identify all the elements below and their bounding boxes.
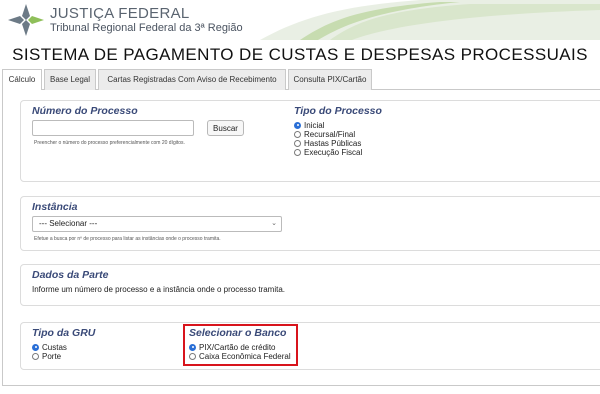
tab-bar: Cálculo Base Legal Cartas Registradas Co… — [2, 69, 600, 103]
org-subtitle: Tribunal Regional Federal da 3ª Região — [50, 22, 243, 34]
tipo-gru-option-porte[interactable]: Porte — [32, 351, 61, 361]
gru-banco-fieldset — [20, 322, 600, 370]
processo-legend: Número do Processo — [32, 105, 138, 117]
processo-hint: Preencher o número do processo preferenc… — [34, 140, 185, 146]
justica-federal-logo — [8, 4, 44, 36]
instancia-selected-value: --- Selecionar --- — [39, 219, 98, 228]
buscar-button[interactable]: Buscar — [207, 120, 244, 136]
option-label: Porte — [42, 351, 62, 361]
instancia-select[interactable]: --- Selecionar --- ⌄ — [32, 216, 282, 232]
radio-icon[interactable] — [32, 343, 39, 351]
dados-parte-message: Informe um número de processo e a instân… — [32, 285, 286, 294]
header-banner: JUSTIÇA FEDERAL Tribunal Regional Federa… — [0, 0, 600, 40]
option-label: Execução Fiscal — [304, 147, 363, 157]
banco-option-caixa[interactable]: Caixa Econômica Federal — [189, 351, 291, 361]
processo-number-input[interactable] — [32, 120, 194, 136]
page-title: SISTEMA DE PAGAMENTO DE CUSTAS E DESPESA… — [12, 45, 588, 64]
instancia-legend: Instância — [32, 201, 78, 213]
radio-icon[interactable] — [294, 121, 301, 129]
radio-icon[interactable] — [294, 148, 301, 156]
banco-legend: Selecionar o Banco — [189, 327, 287, 339]
radio-icon[interactable] — [189, 352, 196, 360]
chevron-down-icon: ⌄ — [271, 220, 277, 227]
radio-icon[interactable] — [32, 352, 39, 360]
radio-icon[interactable] — [189, 343, 196, 351]
tipo-gru-legend: Tipo da GRU — [32, 327, 96, 339]
tab-calculo[interactable]: Cálculo — [2, 69, 42, 91]
tab-consulta-pix[interactable]: Consulta PIX/Cartão — [288, 69, 372, 90]
dados-parte-legend: Dados da Parte — [32, 269, 109, 281]
tab-cartas-registradas[interactable]: Cartas Registradas Com Aviso de Recebime… — [98, 69, 286, 103]
instancia-hint: Efetue a busca por nº de processo para l… — [34, 236, 221, 242]
tipo-processo-legend: Tipo do Processo — [294, 105, 382, 117]
radio-icon[interactable] — [294, 139, 301, 147]
org-title: JUSTIÇA FEDERAL — [50, 5, 190, 22]
option-label: Caixa Econômica Federal — [199, 351, 291, 361]
tipo-processo-option-execucao[interactable]: Execução Fiscal — [294, 147, 362, 157]
tab-base-legal[interactable]: Base Legal — [44, 69, 96, 90]
radio-icon[interactable] — [294, 130, 301, 138]
